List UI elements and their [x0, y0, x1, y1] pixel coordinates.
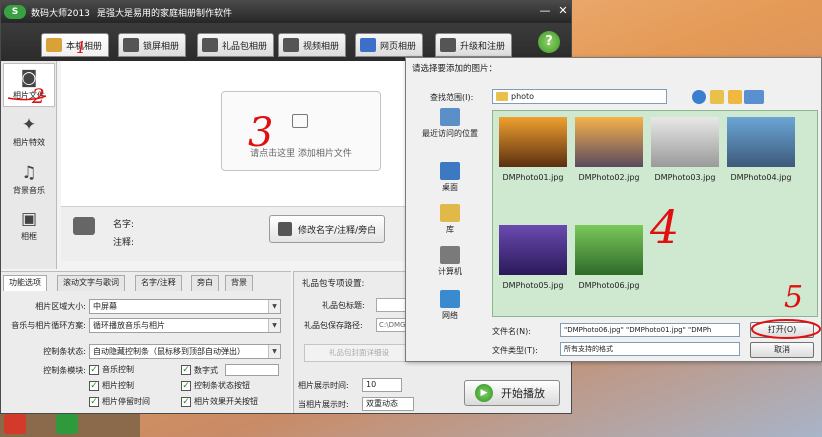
annotation-underline — [7, 95, 47, 101]
annotation-strokes — [7, 95, 821, 339]
annotation-circle — [751, 319, 821, 339]
